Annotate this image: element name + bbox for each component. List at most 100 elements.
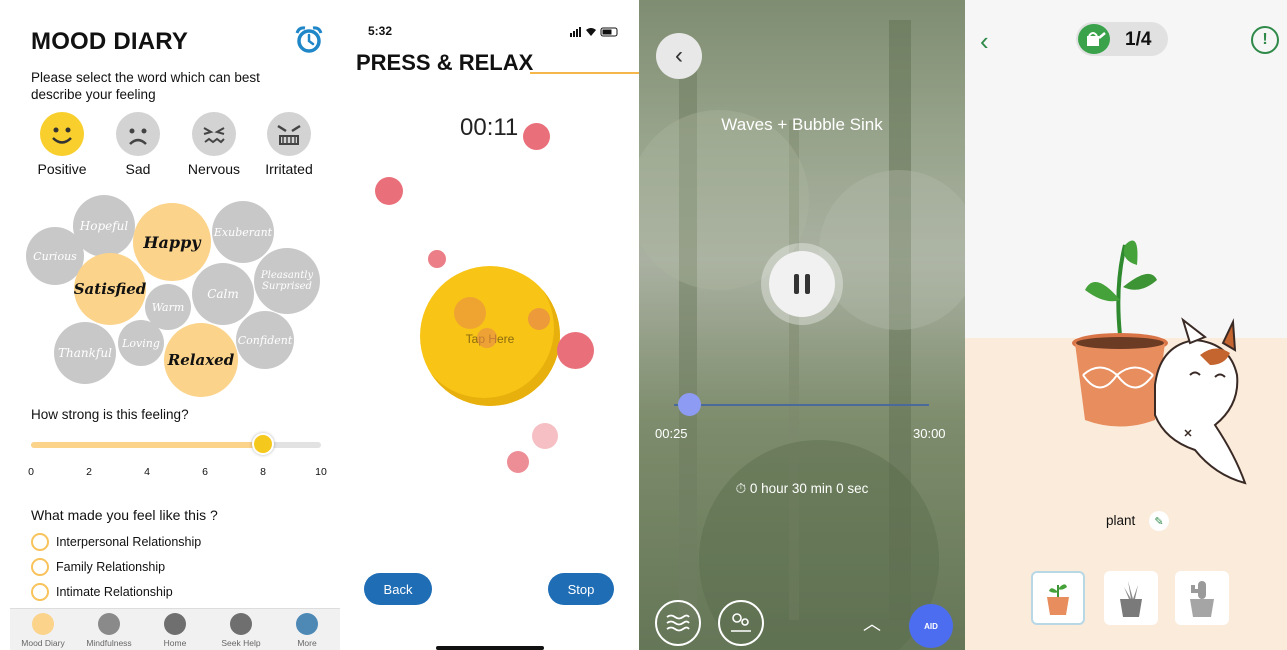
timer-icon: ⏱ [735, 481, 750, 496]
bottom-tab-bar: Mood Diary Mindfulness Home Seek Help Mo… [10, 608, 340, 650]
word-bubble-confident[interactable]: Confident [236, 311, 294, 369]
angry-bubble-icon[interactable] [454, 297, 486, 329]
word-bubble-happy[interactable]: Happy [133, 203, 211, 281]
tick-label: 10 [315, 466, 327, 478]
angry-bubble-icon[interactable] [428, 250, 446, 268]
cause-option-interpersonal[interactable]: Interpersonal Relationship [31, 533, 201, 551]
watering-can-icon[interactable] [1078, 24, 1110, 54]
alarm-clock-icon[interactable] [294, 25, 324, 55]
tab-seek-help[interactable]: Seek Help [208, 609, 274, 650]
cause-label: Family Relationship [56, 560, 166, 574]
back-chevron-icon[interactable]: ‹ [980, 26, 989, 57]
back-chevron-icon[interactable]: ‹ [656, 33, 702, 79]
info-icon[interactable]: ! [1251, 26, 1279, 54]
aloe-plant-icon [1120, 581, 1142, 617]
emotion-nervous[interactable]: Nervous [179, 112, 249, 177]
plant-name: plant [1106, 513, 1136, 528]
irritated-face-icon [267, 112, 311, 156]
plant-slot-locked[interactable] [1104, 571, 1158, 625]
page-title: PRESS & RELAX [356, 50, 534, 75]
tab-label: Home [163, 638, 187, 648]
relax-timer: 00:11 [460, 114, 519, 141]
angry-bubble-icon[interactable] [528, 308, 550, 330]
emotion-sad[interactable]: Sad [103, 112, 173, 177]
waves-icon [666, 614, 690, 632]
pause-button[interactable] [769, 251, 835, 317]
duration-text: 0 hour 30 min 0 sec [749, 481, 869, 496]
word-bubble-satisfied[interactable]: Satisfied [74, 253, 146, 325]
bubbles-icon [731, 613, 751, 632]
angry-bubble-icon[interactable] [532, 423, 558, 449]
emotion-label: Positive [37, 161, 87, 177]
help-icon [230, 613, 252, 635]
angry-bubble-icon[interactable] [507, 451, 529, 473]
tab-mindfulness[interactable]: Mindfulness [76, 609, 142, 650]
tab-more[interactable]: More [274, 609, 340, 650]
cause-option-family[interactable]: Family Relationship [31, 558, 165, 576]
nervous-face-icon [192, 112, 236, 156]
waves-sound-button[interactable] [655, 600, 701, 646]
emotion-label: Irritated [265, 161, 313, 177]
home-icon [164, 613, 186, 635]
word-bubble-thankful[interactable]: Thankful [54, 322, 116, 384]
word-bubble-exuberant[interactable]: Exuberant [212, 201, 274, 263]
cause-label: Interpersonal Relationship [56, 535, 202, 549]
angry-bubble-icon[interactable] [477, 328, 497, 348]
edit-pencil-icon[interactable]: ✎ [1149, 511, 1169, 531]
page-title: MOOD DIARY [31, 28, 189, 55]
strength-slider-knob-icon[interactable] [252, 433, 274, 455]
word-bubble-calm[interactable]: Calm [192, 263, 254, 325]
aid-label: AID [924, 621, 938, 631]
feeling-prompt: Please select the word which can best de… [31, 70, 260, 102]
tab-mood-diary[interactable]: Mood Diary [10, 609, 76, 650]
status-time: 5:32 [368, 24, 393, 38]
progress-knob[interactable] [677, 393, 701, 416]
radio-circle-icon[interactable] [31, 558, 49, 576]
tab-label: More [297, 638, 317, 648]
angry-bubble-icon[interactable] [523, 123, 550, 150]
emotion-irritated[interactable]: Irritated [254, 112, 324, 177]
strength-slider[interactable] [31, 433, 321, 455]
elapsed-time: 00:25 [655, 426, 688, 441]
radio-circle-icon[interactable] [31, 583, 49, 601]
chevron-up-icon[interactable]: ︿ [863, 610, 881, 636]
word-bubble-loving[interactable]: Loving [118, 320, 164, 366]
bubble-sound-button[interactable] [718, 600, 764, 646]
tab-home[interactable]: Home [142, 609, 208, 650]
aid-button[interactable]: AID [909, 604, 953, 648]
plant-slot-locked[interactable] [1175, 571, 1229, 625]
track-title: Waves + Bubble Sink [721, 115, 883, 134]
plant-progress-count: 1/4 [1125, 29, 1152, 50]
more-dots-icon [296, 613, 318, 635]
mood-diary-screen: MOOD DIARY Please select the word which … [10, 0, 340, 650]
progress-track[interactable] [674, 404, 929, 406]
radio-circle-icon[interactable] [31, 533, 49, 551]
word-bubble-relaxed[interactable]: Relaxed [164, 323, 238, 397]
strength-ticks: 0 2 4 6 8 10 [28, 466, 327, 480]
smile-face-icon [40, 112, 84, 156]
stop-button[interactable]: Stop [548, 573, 614, 605]
audio-player-screen: ‹ Waves + Bubble Sink 00:25 30:00 ⏱ 0 ho… [639, 0, 965, 650]
cause-question: What made you feel like this ? [31, 507, 218, 523]
word-bubble-pleasantly-surprised[interactable]: Pleasantly Surprised [254, 248, 320, 314]
press-relax-screen: 5:32 PRESS & RELAX 00:11 Tap Here Back S… [350, 0, 639, 650]
angry-bubble-icon[interactable] [375, 177, 403, 205]
cause-label: Intimate Relationship [56, 585, 173, 599]
angry-bubble-icon[interactable] [557, 332, 594, 369]
tab-label: Mindfulness [86, 638, 132, 648]
cause-option-intimate[interactable]: Intimate Relationship [31, 583, 173, 601]
emotion-label: Nervous [187, 161, 241, 177]
back-button[interactable]: Back [364, 573, 432, 605]
total-time: 30:00 [913, 426, 946, 441]
strength-question: How strong is this feeling? [31, 407, 189, 422]
home-indicator [436, 646, 544, 650]
mood-diary-icon [32, 613, 54, 635]
tick-label: 0 [28, 466, 34, 478]
status-icons [570, 27, 620, 40]
tick-label: 6 [202, 466, 208, 478]
sad-face-icon [116, 112, 160, 156]
plant-slot-selected[interactable] [1031, 571, 1085, 625]
plant-garden-screen: ‹ 1/4 ! plant ✎ [965, 0, 1287, 650]
emotion-positive[interactable]: Positive [27, 112, 97, 177]
potted-plant-with-cat-illustration [1072, 240, 1247, 485]
